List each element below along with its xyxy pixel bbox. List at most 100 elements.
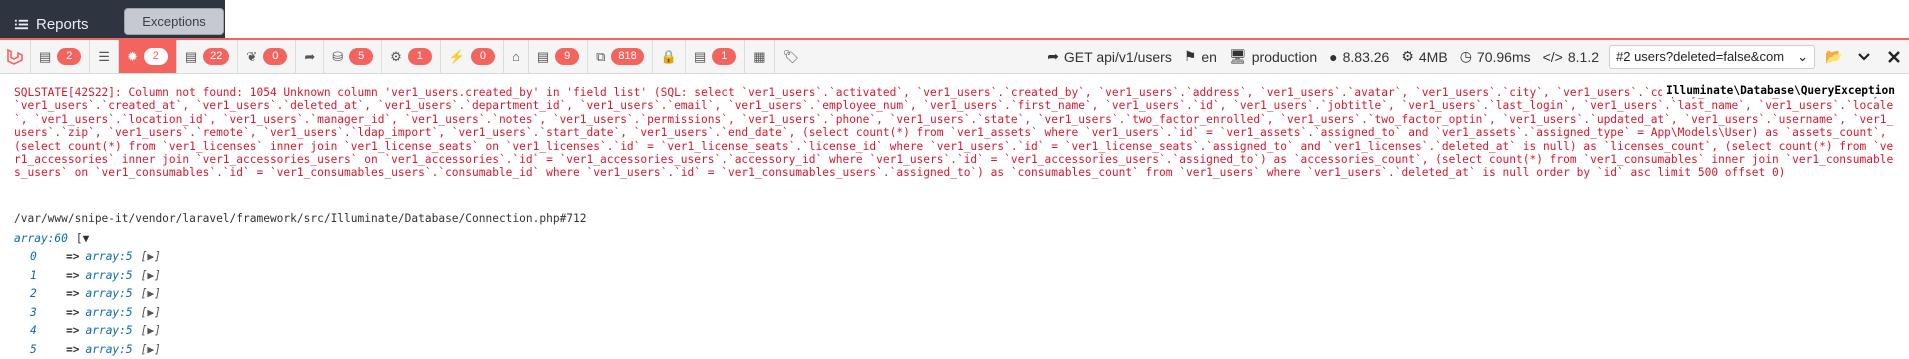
debugbar: ▤ 2 ☰ ✹ 2 ▤ 22 ❦ 0 ➦ ⛁ 5 ⚙ 1 ⚡ 0 ⌂ ▤ 9 ⧉ 818 🔒 ▤ 1 ▦ 🏷 ➦ GET api/… [0, 38, 1909, 74]
desktop-icon: 🖥 [1228, 48, 1247, 64]
code-icon: </> [1542, 48, 1563, 65]
debugbar-tab[interactable]: ⧉ 818 [587, 40, 652, 73]
count-badge: 1 [407, 48, 432, 65]
debugbar-tab[interactable]: ▦ [744, 40, 773, 73]
debugbar-spacer [807, 40, 1041, 73]
debugbar-tab[interactable]: ➦ [295, 40, 323, 73]
dump-item-type: array:5 [85, 342, 133, 356]
debugbar-tab[interactable]: ⚙ 1 [381, 40, 440, 73]
dump-item-type: array:5 [85, 324, 133, 338]
dump-header-type: array:60 [14, 231, 68, 245]
locale-label: en [1201, 48, 1217, 65]
close-icon [1888, 50, 1900, 63]
flag-icon: ⚑ [1183, 48, 1197, 64]
dump-item-type: array:5 [85, 287, 133, 301]
dump-item-arrow: => [66, 324, 80, 338]
queries-list-icon: ▤ [536, 48, 550, 64]
views-icon: ▤ [184, 48, 198, 64]
debugbar-tabs: ▤ 2 ☰ ✹ 2 ▤ 22 ❦ 0 ➦ ⛁ 5 ⚙ 1 ⚡ 0 ⌂ ▤ 9 ⧉ 818 🔒 ▤ 1 ▦ 🏷 [30, 40, 807, 73]
clock-icon: ◷ [1459, 48, 1472, 64]
dump-item-index: 3 [30, 305, 37, 319]
request-select[interactable]: #2 users?deleted=false&com ⌄ [1609, 45, 1815, 69]
count-badge: 1 [712, 48, 737, 65]
laravel-logo-icon[interactable] [0, 40, 30, 73]
exception-message: SQLSTATE[42S22]: Column not found: 1054 … [14, 86, 1894, 180]
open-folder-button[interactable]: 📂 [1819, 40, 1849, 73]
count-badge: 818 [611, 48, 644, 65]
dump-item-arrow: => [66, 342, 80, 356]
archive-icon: ▦ [753, 48, 766, 64]
exception-panel: SQLSTATE[42S22]: Column not found: 1054 … [0, 72, 1909, 356]
debugbar-tab[interactable]: ☰ [89, 40, 118, 73]
debugbar-tab[interactable]: ▤ 9 [527, 40, 587, 73]
count-badge: 0 [470, 48, 495, 65]
minimize-button[interactable] [1849, 40, 1879, 73]
gates-icon: ▤ [693, 48, 707, 64]
request-info[interactable]: ➦ GET api/v1/users [1041, 40, 1178, 73]
debugbar-tab[interactable]: ⚡ 0 [439, 40, 503, 73]
database-icon: ⛁ [332, 48, 344, 64]
dump-item-toggle[interactable]: [▶] [141, 306, 161, 319]
dump-item-type: array:5 [85, 305, 133, 319]
reports-link[interactable]: Reports [14, 12, 89, 36]
environment-label: production [1251, 48, 1318, 65]
inbox-icon: ⌂ [511, 49, 520, 64]
dump-item-index: 2 [30, 287, 37, 301]
count-badge: 2 [143, 48, 168, 65]
dump-item-arrow: => [66, 268, 80, 282]
dump-item-type: array:5 [85, 250, 133, 264]
debugbar-tab[interactable]: ▤ 2 [30, 40, 89, 73]
debugbar-tab[interactable]: ❦ 0 [237, 40, 295, 73]
dump-items: 0 => array:5 [▶] 1 => array:5 [▶] 2 => array:5 [▶] 3… [14, 248, 161, 359]
dump-item-index: 0 [30, 250, 37, 264]
copy-cache-icon: ⧉ [596, 48, 606, 64]
dump-item: 0 => array:5 [▶] [14, 248, 161, 267]
dump-header: array:60 [▼ [14, 229, 161, 248]
events-bolt-icon: ⚡ [448, 48, 465, 64]
dump-item: 2 => array:5 [▶] [14, 285, 161, 304]
debugbar-tab[interactable]: 🏷 [773, 40, 808, 73]
cogs-icon: ⚙ [1401, 48, 1414, 64]
request-label: GET api/v1/users [1063, 48, 1172, 65]
close-button[interactable] [1879, 40, 1909, 73]
dump-item-index: 1 [30, 268, 37, 282]
models-icon: ⚙ [390, 48, 402, 64]
chevron-down-icon: ⌄ [1797, 49, 1808, 64]
environment-info: 🖥 production [1223, 40, 1323, 73]
dump-header-toggle[interactable]: [▼ [76, 232, 89, 245]
version-label: 8.83.26 [1342, 48, 1390, 65]
dump-item-toggle[interactable]: [▶] [141, 250, 161, 263]
exceptions-button[interactable]: Exceptions [124, 8, 224, 35]
dump-item: 5 => array:5 [▶] [14, 340, 161, 359]
debugbar-tab[interactable]: ⛁ 5 [323, 40, 381, 73]
tags-icon: 🏷 [782, 48, 800, 64]
debugbar-tab[interactable]: 🔒 [651, 40, 685, 73]
folder-open-icon: 📂 [1825, 48, 1843, 64]
request-select-value: #2 users?deleted=false&com [1616, 49, 1785, 64]
memory-label: 4MB [1418, 48, 1448, 65]
dump-item-toggle[interactable]: [▶] [141, 324, 161, 337]
duration-label: 70.96ms [1476, 48, 1531, 65]
exception-class: Illuminate\Database\QueryException [1661, 84, 1895, 98]
duration-info: ◷ 70.96ms [1454, 40, 1537, 73]
dump-item-toggle[interactable]: [▶] [141, 343, 161, 356]
debugbar-tab[interactable]: ▤ 22 [175, 40, 238, 73]
dump-item-toggle[interactable]: [▶] [141, 269, 161, 282]
php-label: 8.1.2 [1567, 48, 1599, 65]
dump-item-type: array:5 [85, 268, 133, 282]
exception-file-path[interactable]: /var/www/snipe-it/vendor/laravel/framewo… [14, 212, 587, 225]
dump-item: 1 => array:5 [▶] [14, 266, 161, 285]
debugbar-tab[interactable]: ⌂ [502, 40, 528, 73]
share-icon: ➦ [1047, 48, 1059, 64]
count-badge: 5 [349, 48, 374, 65]
var-dump: array:60 [▼ 0 => array:5 [▶] 1 => array:5 [▶] 2 =… [14, 229, 161, 359]
count-badge: 9 [555, 48, 580, 65]
dump-item: 4 => array:5 [▶] [14, 322, 161, 341]
route-leaf-icon: ❦ [246, 48, 258, 64]
debugbar-tab[interactable]: ✹ 2 [117, 40, 176, 73]
redirect-icon: ➦ [304, 48, 316, 64]
dump-item-toggle[interactable]: [▶] [141, 287, 161, 300]
debugbar-tab[interactable]: ▤ 1 [684, 40, 744, 73]
count-badge: 0 [263, 48, 288, 65]
dump-item-arrow: => [66, 250, 80, 264]
